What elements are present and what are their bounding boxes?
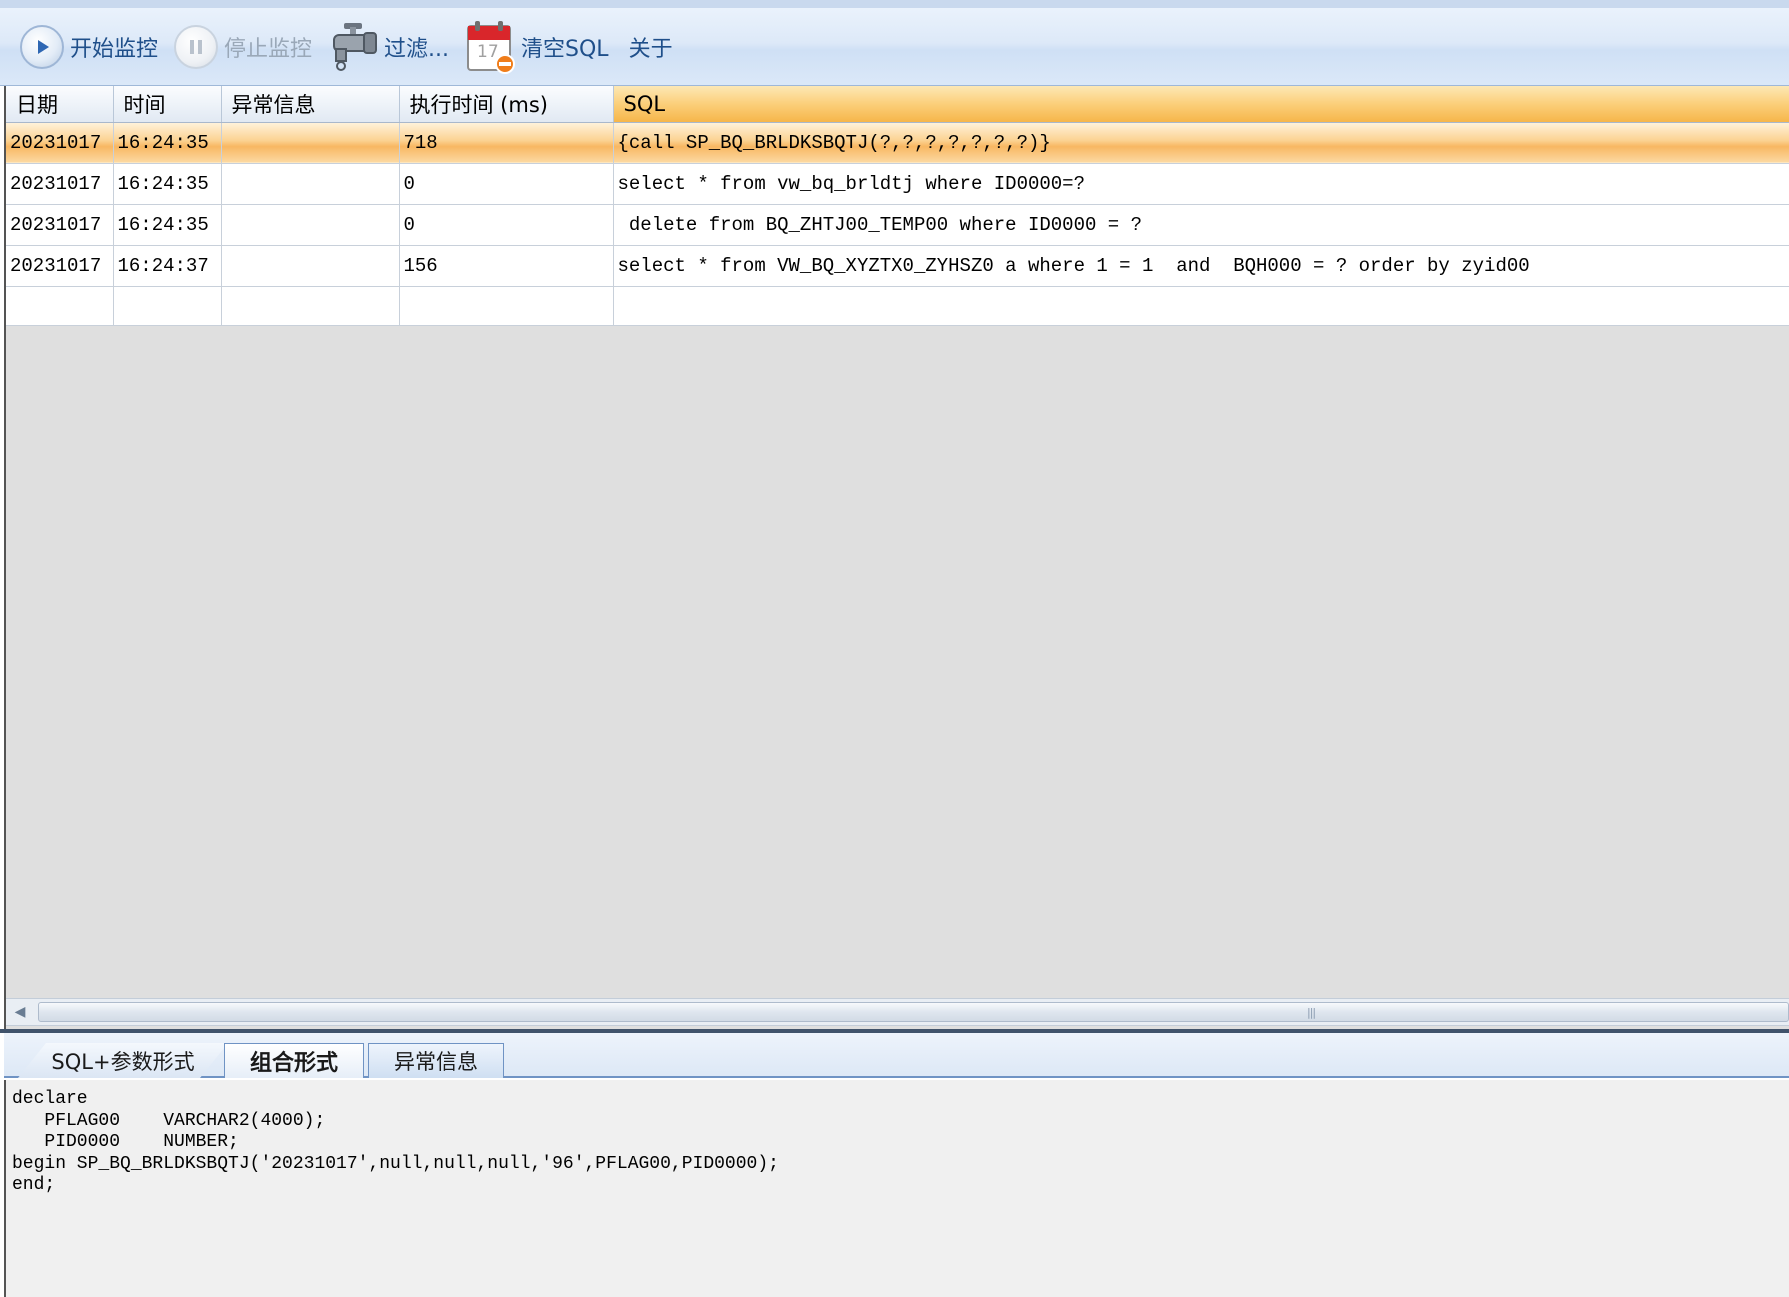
cell-time: 16:24:37 (113, 245, 222, 287)
cell-sql: {call SP_BQ_BRLDKSBQTJ(?,?,?,?,?,?,?)} (613, 122, 1789, 164)
scroll-thumb[interactable]: ||| (38, 1002, 1789, 1022)
table-row[interactable]: 20231017 16:24:35 0 delete from BQ_ZHTJ0… (6, 204, 1789, 246)
empty-cell (113, 286, 222, 326)
table-row[interactable]: 20231017 16:24:37 156 select * from VW_B… (6, 245, 1789, 287)
stop-monitor-label: 停止监控 (224, 36, 313, 62)
column-header-date[interactable]: 日期 (6, 86, 114, 123)
cell-duration: 718 (399, 122, 614, 164)
cell-error (221, 163, 400, 205)
faucet-icon (328, 19, 378, 75)
sql-text-area[interactable]: declare PFLAG00 VARCHAR2(4000); PID0000 … (4, 1080, 1789, 1297)
tab-sql-params[interactable]: SQL+参数形式 (18, 1043, 228, 1078)
empty-cell (221, 286, 400, 326)
sql-log-grid: 日期 时间 异常信息 执行时间 (ms) SQL 20231017 16:24:… (4, 86, 1789, 1029)
cell-error (221, 245, 400, 287)
cell-duration: 0 (399, 163, 614, 205)
cell-sql: select * from vw_bq_brldtj where ID0000=… (613, 163, 1789, 205)
sql-text: declare PFLAG00 VARCHAR2(4000); PID0000 … (12, 1089, 779, 1195)
scroll-left-icon[interactable]: ◀ (6, 999, 34, 1025)
column-header-sql[interactable]: SQL (613, 86, 1789, 123)
cell-time: 16:24:35 (113, 163, 222, 205)
about-button[interactable]: 关于 (617, 17, 681, 77)
play-icon (20, 24, 64, 69)
cell-date: 20231017 (6, 122, 114, 164)
empty-cell (613, 286, 1789, 326)
empty-cell (6, 286, 114, 326)
filter-label: 过滤... (384, 36, 450, 62)
sql-log-table: 日期 时间 异常信息 执行时间 (ms) SQL 20231017 16:24:… (6, 86, 1789, 326)
new-row[interactable] (6, 286, 1789, 326)
clear-sql-label: 清空SQL (521, 36, 609, 62)
pause-icon (174, 24, 219, 69)
start-monitor-button[interactable]: 开始监控 (12, 17, 166, 77)
cell-sql: select * from VW_BQ_XYZTX0_ZYHSZ0 a wher… (613, 245, 1789, 287)
cell-date: 20231017 (6, 163, 114, 205)
toolbar: 开始监控 停止监控 过滤... 17 清空SQL 关于 (0, 0, 1789, 86)
tab-strip: SQL+参数形式 组合形式 异常信息 (4, 1033, 1789, 1078)
cell-date: 20231017 (6, 204, 114, 246)
table-row[interactable]: 20231017 16:24:35 718 {call SP_BQ_BRLDKS… (6, 122, 1789, 164)
grip-icon: ||| (1307, 1006, 1316, 1019)
header-row: 日期 时间 异常信息 执行时间 (ms) SQL (6, 86, 1789, 123)
calendar-clear-icon: 17 (465, 20, 516, 74)
column-header-time[interactable]: 时间 (113, 86, 222, 123)
stop-monitor-button[interactable]: 停止监控 (166, 17, 320, 77)
about-label: 关于 (628, 36, 673, 62)
cell-date: 20231017 (6, 245, 114, 287)
clear-sql-button[interactable]: 17 清空SQL (457, 17, 617, 77)
cell-duration: 0 (399, 204, 614, 246)
cell-error (221, 122, 400, 164)
cell-sql: delete from BQ_ZHTJ00_TEMP00 where ID000… (613, 204, 1789, 246)
cell-time: 16:24:35 (113, 204, 222, 246)
column-header-duration[interactable]: 执行时间 (ms) (399, 86, 614, 123)
tab-combined[interactable]: 组合形式 (224, 1043, 364, 1078)
cell-time: 16:24:35 (113, 122, 222, 164)
horizontal-scrollbar[interactable]: ◀ ||| (6, 998, 1789, 1026)
cell-error (221, 204, 400, 246)
start-monitor-label: 开始监控 (70, 36, 159, 62)
calendar-day: 17 (477, 41, 499, 62)
column-header-error[interactable]: 异常信息 (221, 86, 400, 123)
table-row[interactable]: 20231017 16:24:35 0 select * from vw_bq_… (6, 163, 1789, 205)
tab-error-info[interactable]: 异常信息 (368, 1043, 504, 1078)
cell-duration: 156 (399, 245, 614, 287)
filter-button[interactable]: 过滤... (320, 17, 457, 77)
empty-cell (399, 286, 614, 326)
